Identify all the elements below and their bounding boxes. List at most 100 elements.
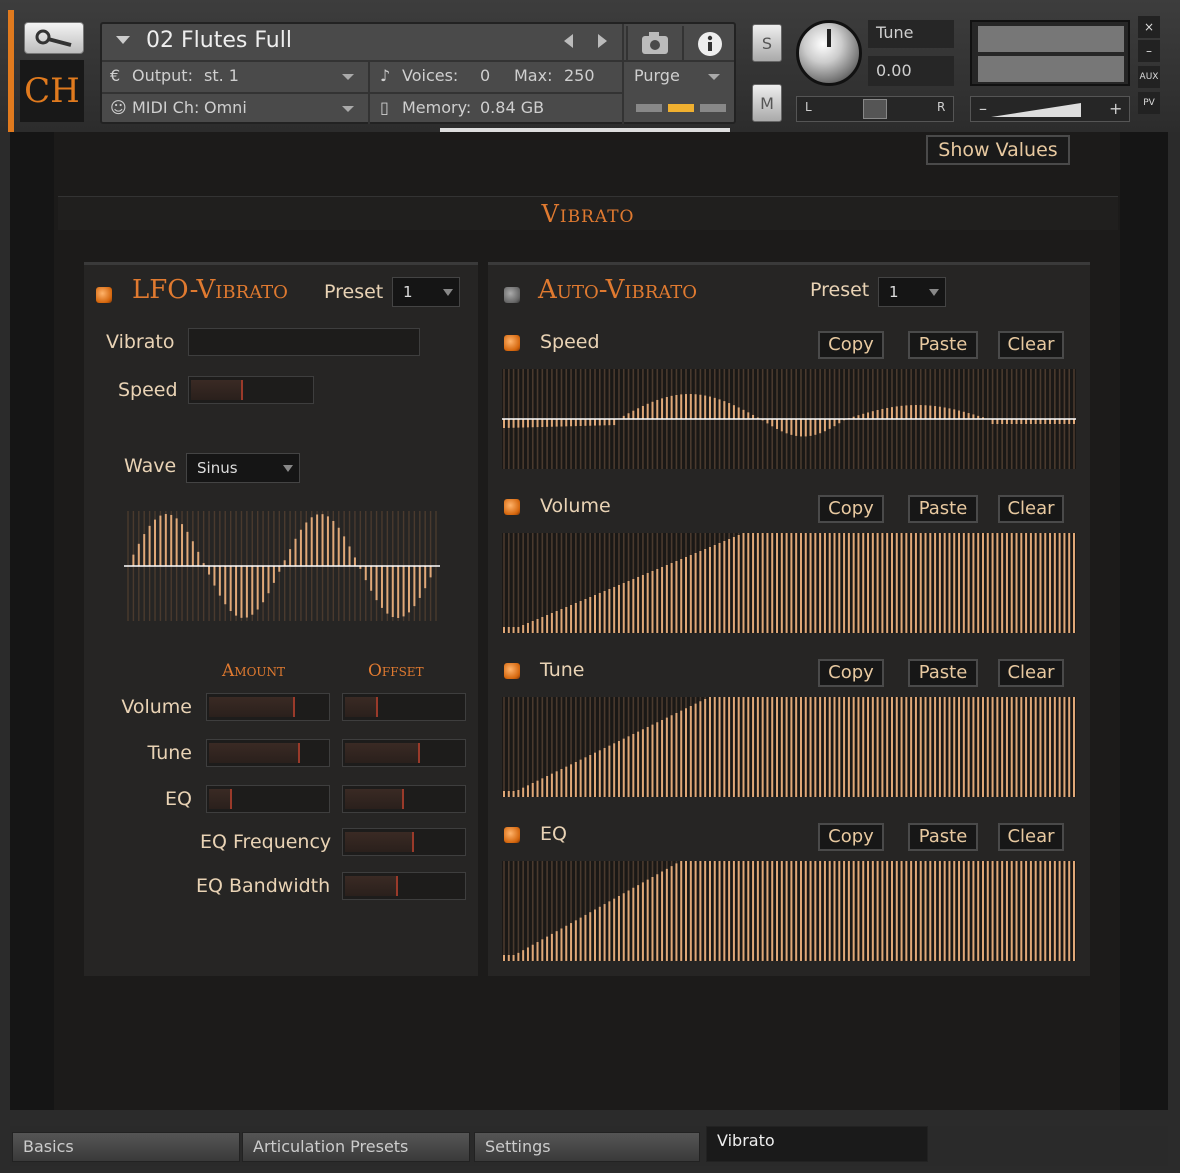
divider: [102, 60, 734, 62]
tune-copy-button[interactable]: Copy: [818, 659, 884, 687]
instrument-logo: CH: [20, 60, 84, 122]
instrument-menu-chevron-icon[interactable]: [116, 36, 130, 44]
instrument-name[interactable]: 02 Flutes Full: [146, 28, 292, 53]
auto-preset-dropdown[interactable]: 1: [878, 277, 946, 307]
volume-lane-label: Volume: [540, 495, 611, 517]
midi-channel-value[interactable]: Omni: [204, 98, 247, 117]
info-button[interactable]: [682, 26, 734, 60]
output-dropdown-arrow-icon[interactable]: [342, 74, 354, 80]
eq-mod-label: EQ: [165, 788, 192, 810]
aux-button[interactable]: AUX: [1138, 66, 1160, 88]
voices-value: 0: [480, 66, 491, 85]
volume-offset-slider[interactable]: [342, 693, 466, 721]
memory-value: 0.84 GB: [480, 98, 545, 117]
dropdown-arrow-icon: [929, 289, 939, 296]
auto-vibrato-enable-led[interactable]: [504, 287, 520, 303]
volume-clear-button[interactable]: Clear: [998, 495, 1064, 523]
tune-value: 0.00: [876, 61, 912, 80]
memory-label: Memory:: [402, 98, 472, 117]
speed-lane-led[interactable]: [504, 335, 520, 351]
volume-envelope-graph[interactable]: [502, 533, 1076, 633]
volume-copy-button[interactable]: Copy: [818, 495, 884, 523]
eq-bandwidth-slider-fill: [345, 876, 399, 896]
instrument-options-button[interactable]: [24, 22, 84, 54]
next-instrument-arrow-icon[interactable]: [598, 34, 607, 48]
volume-plus-label: +: [1109, 99, 1123, 118]
max-voices-label: Max:: [514, 66, 553, 85]
eq-envelope-graph[interactable]: [502, 861, 1076, 961]
auto-preset-label: Preset: [810, 279, 870, 301]
tune-amount-slider-fill: [209, 743, 301, 763]
volume-amount-slider[interactable]: [206, 693, 330, 721]
lfo-preset-dropdown[interactable]: 1: [392, 277, 460, 307]
eq-frequency-label: EQ Frequency: [200, 831, 332, 853]
tune-offset-slider[interactable]: [342, 739, 466, 767]
mute-button[interactable]: M: [752, 84, 782, 122]
tune-paste-button[interactable]: Paste: [908, 659, 978, 687]
speed-copy-button[interactable]: Copy: [818, 331, 884, 359]
volume-slider[interactable]: – +: [970, 96, 1130, 122]
speed-paste-button[interactable]: Paste: [908, 331, 978, 359]
eq-amount-slider[interactable]: [206, 785, 330, 813]
eq-copy-button[interactable]: Copy: [818, 823, 884, 851]
pan-slider[interactable]: L R: [796, 96, 954, 122]
activity-meter-segment: [700, 104, 726, 112]
eq-clear-button[interactable]: Clear: [998, 823, 1064, 851]
camera-icon: [642, 32, 668, 54]
previous-instrument-arrow-icon[interactable]: [564, 34, 573, 48]
tab-articulation-presets[interactable]: Articulation Presets: [242, 1132, 470, 1162]
wave-dropdown[interactable]: Sinus: [186, 453, 300, 483]
eq-lane-led[interactable]: [504, 827, 520, 843]
tune-amount-slider[interactable]: [206, 739, 330, 767]
tune-lane-led[interactable]: [504, 663, 520, 679]
volume-amount-slider-fill: [209, 697, 296, 717]
tune-clear-button[interactable]: Clear: [998, 659, 1064, 687]
speed-clear-button[interactable]: Clear: [998, 331, 1064, 359]
lfo-enable-led[interactable]: [96, 287, 112, 303]
pv-button[interactable]: PV: [1138, 92, 1160, 114]
max-voices-value[interactable]: 250: [564, 66, 595, 85]
pan-left-label: L: [805, 100, 812, 114]
section-title: Vibrato: [541, 200, 635, 228]
speed-slider-fill: [191, 380, 243, 400]
tab-basics[interactable]: Basics: [12, 1132, 240, 1162]
dropdown-arrow-icon: [283, 465, 293, 472]
purge-dropdown-arrow-icon[interactable]: [708, 74, 720, 80]
speed-slider[interactable]: [188, 376, 314, 404]
speed-envelope-graph[interactable]: [502, 369, 1076, 469]
eq-paste-button[interactable]: Paste: [908, 823, 978, 851]
tab-vibrato[interactable]: Vibrato: [706, 1126, 928, 1162]
snapshot-button[interactable]: [626, 26, 678, 60]
eq-frequency-slider[interactable]: [342, 828, 466, 856]
close-button[interactable]: ×: [1138, 16, 1160, 38]
lfo-waveform-display: [124, 511, 440, 621]
volume-mod-label: Volume: [121, 696, 192, 718]
tune-envelope-graph[interactable]: [502, 697, 1076, 797]
midi-dropdown-arrow-icon[interactable]: [342, 106, 354, 112]
pan-handle[interactable]: [863, 99, 887, 119]
offset-column-header: Offset: [368, 661, 424, 681]
eq-offset-slider-fill: [345, 789, 405, 809]
tab-settings[interactable]: Settings: [474, 1132, 700, 1162]
amount-column-header: Amount: [222, 661, 286, 681]
minimize-button[interactable]: –: [1138, 40, 1160, 62]
volume-minus-label: –: [979, 99, 987, 118]
volume-paste-button[interactable]: Paste: [908, 495, 978, 523]
vibrato-slider[interactable]: [188, 328, 420, 356]
eq-offset-slider[interactable]: [342, 785, 466, 813]
show-values-button[interactable]: Show Values: [926, 135, 1070, 165]
tune-value-box[interactable]: 0.00: [868, 56, 954, 86]
eq-frequency-slider-fill: [345, 832, 415, 852]
lfo-vibrato-panel: LFO-Vibrato Preset 1 Vibrato Speed Wave …: [84, 262, 478, 976]
tune-knob[interactable]: [796, 20, 862, 86]
eq-bandwidth-slider[interactable]: [342, 872, 466, 900]
pan-right-label: R: [937, 100, 946, 114]
solo-button[interactable]: S: [752, 24, 782, 62]
purge-label[interactable]: Purge: [634, 66, 680, 85]
tune-lane-label: Tune: [540, 659, 585, 681]
section-title-bar: Vibrato: [58, 196, 1118, 230]
instrument-info-panel: 02 Flutes Full € Output: st. 1 ♪ Voices:: [100, 22, 736, 124]
volume-lane-led[interactable]: [504, 499, 520, 515]
eq-lane-label: EQ: [540, 823, 567, 845]
output-value[interactable]: st. 1: [204, 66, 239, 85]
